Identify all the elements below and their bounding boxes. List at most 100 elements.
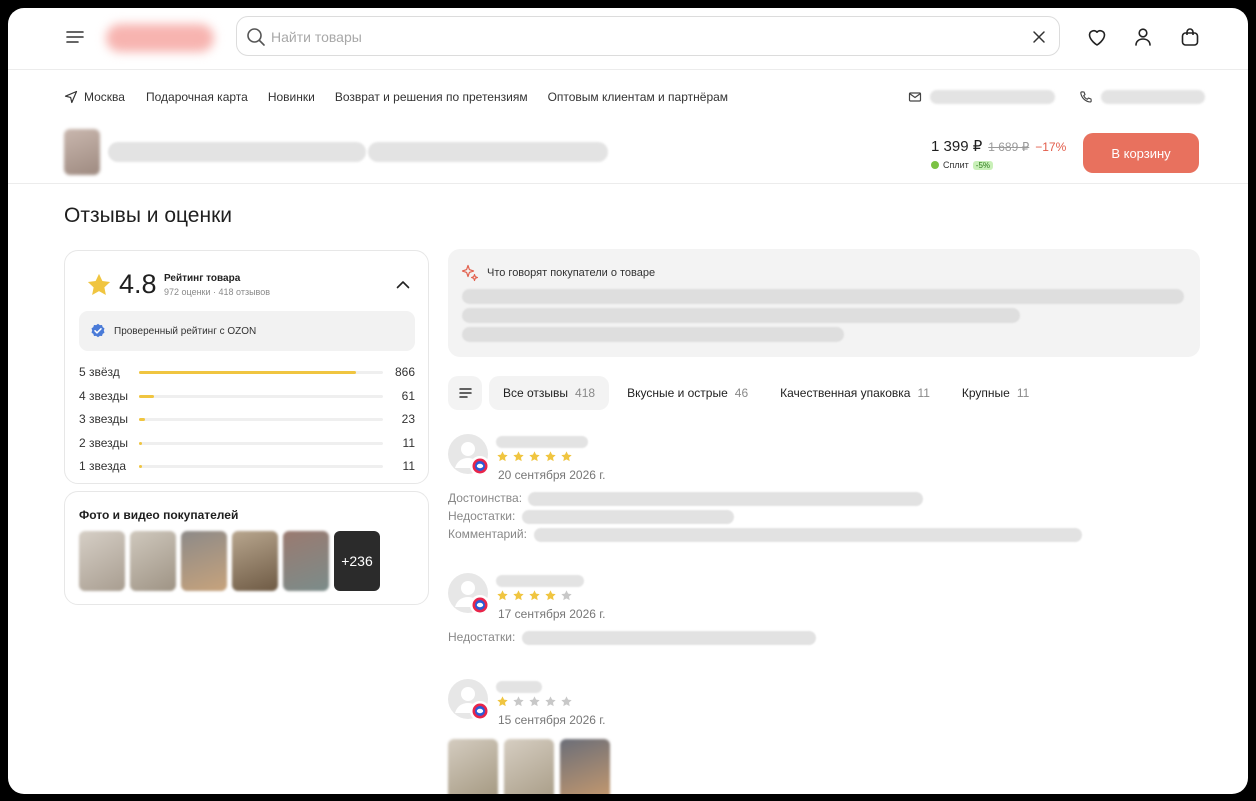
filter-chip[interactable]: Вкусные и острые 46	[613, 376, 762, 410]
email-contact[interactable]	[930, 90, 1055, 104]
star-icon	[513, 451, 524, 462]
filter-chip[interactable]: Крупные 11	[948, 376, 1043, 410]
rating-bar-count: 11	[402, 459, 415, 473]
rating-bar-fill	[139, 465, 142, 468]
rating-bar-row[interactable]: 1 звезда 11	[79, 457, 419, 481]
heart-icon[interactable]	[1085, 25, 1109, 49]
logo[interactable]	[106, 24, 214, 52]
product-strip: 1 399 ₽ 1 689 ₽ −17% Сплит -5% В корзину	[8, 124, 1248, 184]
add-to-cart-button[interactable]: В корзину	[1083, 133, 1199, 173]
summary-title: Что говорят покупатели о товаре	[487, 267, 656, 279]
rating-bar-label: 5 звёзд	[79, 365, 120, 379]
review-stars	[496, 450, 573, 463]
customer-photo[interactable]	[130, 531, 176, 591]
review-date: 15 сентября 2026 г.	[498, 713, 606, 727]
search-icon	[247, 28, 265, 46]
filter-chip[interactable]: Все отзывы 418	[489, 376, 610, 410]
rating-bar-track	[139, 394, 383, 398]
filter-chip[interactable]: Качественная упаковка 11	[766, 376, 944, 410]
rating-bar-track	[139, 418, 383, 421]
rating-bar-count: 23	[401, 412, 415, 426]
review-item: 20 сентября 2026 г. Достоинства: Недостатк…	[448, 434, 1208, 554]
product-title-blurred	[108, 142, 366, 162]
customer-photo[interactable]	[181, 531, 227, 591]
close-icon[interactable]	[1029, 27, 1049, 47]
search-input[interactable]	[271, 25, 1011, 49]
star-icon	[529, 590, 540, 601]
chevron-up-icon[interactable]	[393, 275, 413, 295]
rating-bar-row[interactable]: 3 звезды 23	[79, 410, 419, 434]
user-icon[interactable]	[1131, 25, 1155, 49]
customer-photos-card: Фото и видео покупателей +236	[64, 491, 429, 605]
city-selector[interactable]: Москва	[64, 90, 125, 104]
sparkle-icon	[461, 264, 479, 282]
filter-chip-count: 418	[575, 386, 596, 400]
sort-lines-icon	[459, 388, 472, 398]
star-icon	[497, 696, 508, 707]
avatar[interactable]	[448, 434, 490, 476]
reviewer-name-blurred	[496, 681, 542, 693]
review-text-blurred	[528, 492, 923, 506]
review-item: 15 сентября 2026 г.	[448, 679, 1208, 794]
rating-bar-label: 1 звезда	[79, 459, 127, 473]
current-price: 1 399 ₽	[931, 138, 983, 155]
filter-chip-count: 11	[1016, 386, 1030, 400]
link-gift-card[interactable]: Подарочная карта	[146, 90, 248, 104]
customer-photo[interactable]	[79, 531, 125, 591]
product-subtitle-blurred	[368, 142, 608, 162]
customer-photo[interactable]	[232, 531, 278, 591]
link-wholesale[interactable]: Оптовым клиентам и партнёрам	[548, 90, 728, 104]
review-field-label: Достоинства:	[448, 491, 523, 505]
old-price: 1 689 ₽	[988, 140, 1030, 154]
rating-bar-label: 4 звезды	[79, 388, 129, 403]
rating-bar-track	[139, 441, 383, 445]
bag-icon[interactable]	[1178, 25, 1202, 49]
rating-bar-fill	[139, 394, 154, 398]
reviewer-name-blurred	[496, 436, 588, 448]
mail-icon	[908, 92, 922, 102]
filter-chip-label: Качественная упаковка	[780, 386, 911, 400]
search-bar	[236, 16, 1060, 56]
rating-bar-label: 3 звезды	[79, 412, 129, 426]
phone-contact[interactable]	[1101, 90, 1205, 104]
app-window: Москва Подарочная карта Новинки Возврат …	[8, 8, 1248, 794]
star-icon	[545, 696, 556, 707]
rating-card: 4.8 Рейтинг товара 972 оценки · 418 отзы…	[64, 250, 429, 484]
link-new[interactable]: Новинки	[268, 90, 315, 104]
rating-score: 4.8	[119, 269, 157, 299]
rating-bar-row[interactable]: 5 звёзд 866	[79, 363, 419, 387]
split-discount: -5%	[972, 160, 994, 170]
review-photo[interactable]	[560, 739, 610, 794]
link-returns[interactable]: Возврат и решения по претензиям	[335, 90, 528, 104]
more-photos-button[interactable]: +236	[334, 531, 380, 591]
ozon-badge-icon	[470, 701, 490, 721]
page-title: Отзывы и оценки	[64, 204, 232, 227]
review-stars	[496, 589, 573, 602]
phone-icon	[1080, 91, 1092, 103]
filter-chip-label: Вкусные и острые	[627, 386, 728, 400]
rating-bar-track	[139, 371, 383, 374]
star-icon	[545, 590, 556, 601]
avatar[interactable]	[448, 679, 490, 721]
split-icon	[931, 161, 939, 169]
star-icon	[497, 590, 508, 601]
discount-badge: −17%	[1035, 140, 1067, 154]
menu-icon[interactable]	[64, 26, 86, 48]
avatar[interactable]	[448, 573, 490, 615]
price-block: 1 399 ₽ 1 689 ₽ −17%	[931, 137, 1066, 155]
rating-subtext: 972 оценки · 418 отзывов	[164, 287, 271, 297]
ozon-badge-icon	[470, 595, 490, 615]
sort-button[interactable]	[448, 376, 482, 410]
review-photo[interactable]	[448, 739, 498, 794]
customer-photo[interactable]	[283, 531, 329, 591]
product-thumbnail[interactable]	[64, 129, 100, 175]
star-icon	[561, 696, 572, 707]
review-date: 20 сентября 2026 г.	[498, 468, 606, 482]
rating-bar-row[interactable]: 4 звезды 61	[79, 387, 419, 411]
summary-line-blurred	[462, 308, 1020, 323]
ozon-badge-icon	[470, 456, 490, 476]
filter-chip-label: Крупные	[961, 386, 1010, 400]
review-photo[interactable]	[504, 739, 554, 794]
rating-bar-row[interactable]: 2 звезды 11	[79, 434, 419, 458]
photos-row: +236	[79, 531, 380, 591]
